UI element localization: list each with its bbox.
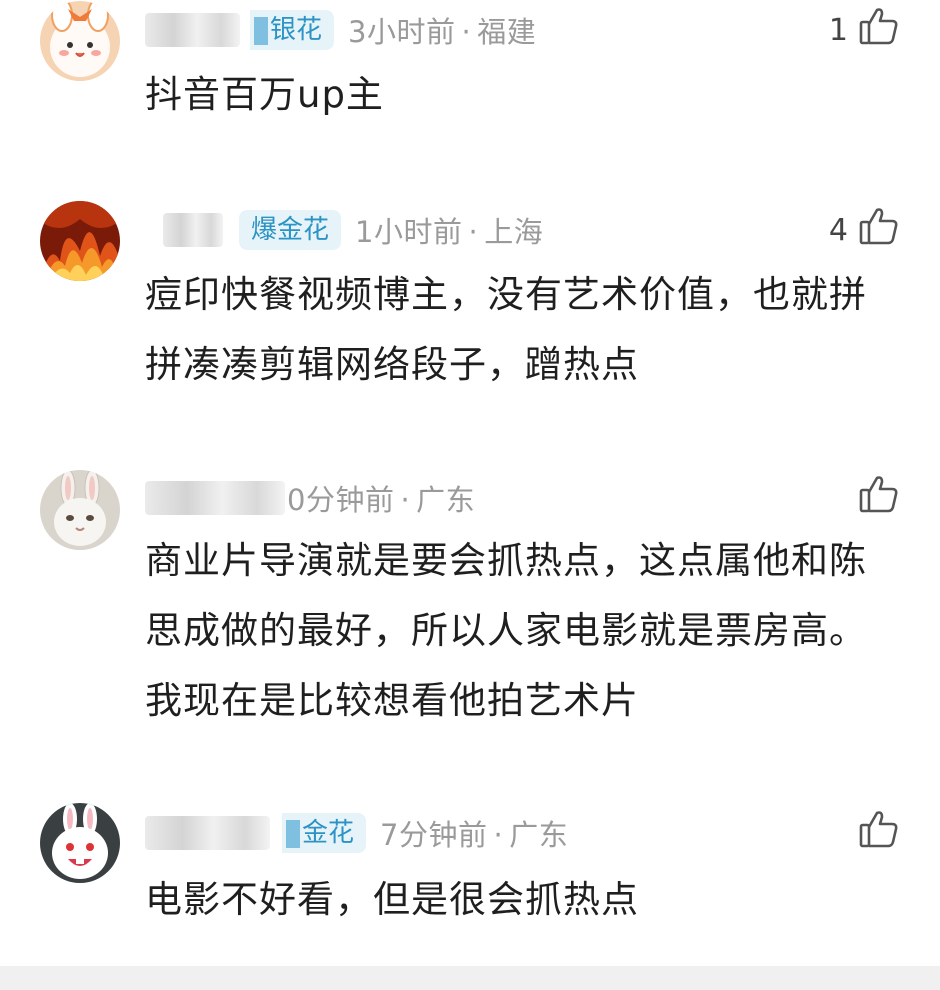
username-redacted[interactable] <box>145 13 240 47</box>
time-location: 1小时前 · 上海 <box>355 209 543 251</box>
comment-text: 痘印快餐视频博主，没有艺术价值，也就拼拼凑凑剪辑网络段子，蹭热点 <box>145 273 867 386</box>
thumbs-up-icon[interactable] <box>858 808 900 858</box>
time-location: 0分钟前 · 广东 <box>287 477 475 519</box>
level-badge: 银花 <box>250 10 335 50</box>
comment-location: 上海 <box>484 215 544 249</box>
comment-meta: 银花 3小时前 · 福建 <box>145 5 536 55</box>
username-redacted[interactable] <box>145 816 270 850</box>
username-redacted[interactable] <box>145 481 285 515</box>
avatar[interactable] <box>40 1 120 81</box>
time-location: 7分钟前 · 广东 <box>380 812 568 854</box>
comment-text: 商业片导演就是要会抓热点，这点属他和陈思成做的最好，所以人家电影就是票房高。我现… <box>145 539 867 722</box>
comment-meta: 爆金花 1小时前 · 上海 <box>145 205 543 255</box>
avatar[interactable] <box>40 470 120 550</box>
bottom-bar <box>0 966 940 990</box>
separator-dot: · <box>468 215 479 249</box>
like-button[interactable] <box>858 808 900 858</box>
thumbs-up-icon[interactable] <box>858 473 900 523</box>
badge-mark <box>286 819 300 848</box>
comment-location: 福建 <box>477 15 537 49</box>
like-button[interactable]: 1 <box>829 5 900 55</box>
avatar[interactable] <box>40 201 120 281</box>
avatar[interactable] <box>40 803 120 883</box>
separator-dot: · <box>493 818 504 852</box>
username-redacted[interactable] <box>163 213 223 247</box>
thumbs-up-icon[interactable] <box>858 205 900 255</box>
comment-text: 抖音百万up主 <box>145 73 384 116</box>
thumbs-up-icon[interactable] <box>858 5 900 55</box>
like-button[interactable] <box>858 473 900 523</box>
badge-label: 银花 <box>270 15 323 45</box>
comment-meta: 0分钟前 · 广东 <box>145 473 475 523</box>
comment-location: 广东 <box>509 818 569 852</box>
separator-dot: · <box>400 483 411 517</box>
comment-meta: 金花 7分钟前 · 广东 <box>145 808 568 858</box>
comment-time: 7分钟前 <box>380 818 488 852</box>
level-badge: 爆金花 <box>239 210 342 250</box>
comment-text: 电影不好看，但是很会抓热点 <box>145 878 639 921</box>
badge-mark <box>254 16 268 45</box>
time-location: 3小时前 · 福建 <box>348 9 536 51</box>
badge-label: 金花 <box>302 818 355 848</box>
comment-time: 0分钟前 <box>287 483 395 517</box>
level-badge: 金花 <box>282 813 367 853</box>
like-count: 4 <box>828 212 848 248</box>
like-count: 1 <box>828 12 848 48</box>
comment-location: 广东 <box>416 483 476 517</box>
comment-time: 3小时前 <box>348 15 456 49</box>
comment-time: 1小时前 <box>355 215 463 249</box>
separator-dot: · <box>461 15 472 49</box>
like-button[interactable]: 4 <box>829 205 900 255</box>
